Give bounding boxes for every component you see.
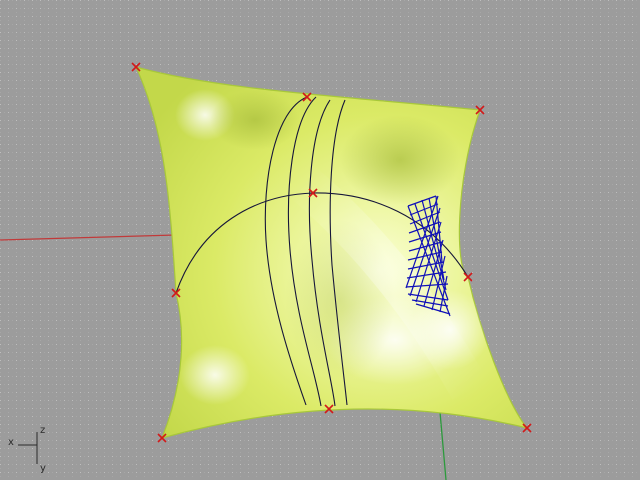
perspective-viewport[interactable]: x z y bbox=[0, 0, 640, 480]
axis-indicator-y-label: y bbox=[40, 463, 46, 474]
axis-indicator-x-label: x bbox=[8, 437, 14, 448]
viewport-canvas[interactable] bbox=[0, 0, 640, 480]
axis-indicator-z-label: z bbox=[40, 425, 46, 436]
